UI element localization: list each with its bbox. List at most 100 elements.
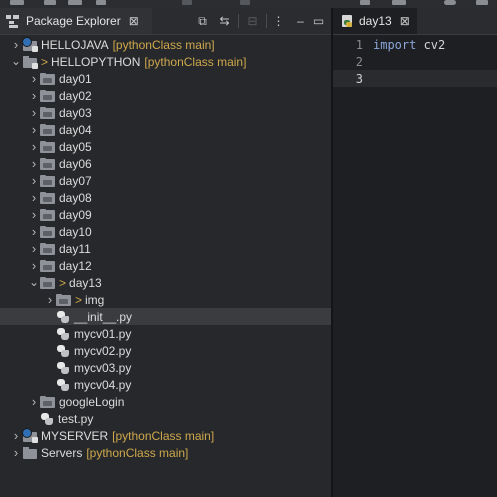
tab-package-explorer-label: Package Explorer (26, 14, 121, 28)
package-folder-icon (40, 106, 56, 119)
code-line[interactable]: 1 import cv2 (333, 36, 497, 53)
tree-folder-row[interactable]: › googleLogin (0, 393, 331, 410)
toolbar-icon[interactable] (68, 0, 82, 5)
package-folder-icon (40, 72, 56, 85)
chevron-right-icon[interactable]: › (28, 138, 40, 155)
tree-project-row[interactable]: › HELLOJAVA [pythonClass main] (0, 36, 331, 53)
tree-folder-row[interactable]: › > img (0, 291, 331, 308)
toolbar-icon[interactable] (444, 0, 456, 5)
toolbar-icon[interactable] (96, 0, 106, 5)
tree-folder-row[interactable]: › day07 (0, 172, 331, 189)
tree-file-row[interactable]: __init__.py (0, 308, 331, 325)
close-icon[interactable]: ⊠ (129, 14, 139, 28)
tree-folder-row[interactable]: › day05 (0, 138, 331, 155)
tree-folder-row[interactable]: › day09 (0, 206, 331, 223)
chevron-right-icon[interactable]: › (28, 223, 40, 240)
tree-file-row[interactable]: mycv03.py (0, 359, 331, 376)
python-file-icon (40, 412, 54, 426)
tree-item-label: day03 (59, 105, 92, 120)
toolbar-icon[interactable] (476, 0, 488, 5)
filter-icon[interactable]: ⊟ (246, 15, 259, 27)
chevron-right-icon[interactable]: › (28, 189, 40, 206)
tree-folder-row[interactable]: ⌄ > day13 (0, 274, 331, 291)
tree-item-label: Servers (41, 445, 83, 460)
tree-file-row[interactable]: mycv01.py (0, 325, 331, 342)
collapse-all-icon[interactable]: ⧉ (196, 15, 209, 27)
toolbar-separator (238, 14, 239, 28)
package-folder-icon (40, 123, 56, 136)
git-repo-label: [pythonClass main] (112, 37, 215, 52)
tree-project-row[interactable]: ⌄ > HELLOPYTHON [pythonClass main] (0, 53, 331, 70)
tree-item-label: day10 (59, 224, 92, 239)
chevron-right-icon[interactable]: › (28, 257, 40, 274)
tree-item-label: day05 (59, 139, 92, 154)
toolbar-icon[interactable] (240, 0, 250, 5)
tab-day13[interactable]: day13 ⊠ (333, 8, 417, 34)
package-folder-icon (40, 242, 56, 255)
chevron-right-icon[interactable]: › (28, 155, 40, 172)
chevron-right-icon[interactable]: › (10, 444, 22, 461)
git-repo-label: [pythonClass main] (86, 445, 189, 460)
tree-folder-row[interactable]: › day04 (0, 121, 331, 138)
python-project-icon (22, 55, 38, 69)
tree-file-row[interactable]: test.py (0, 410, 331, 427)
chevron-right-icon[interactable]: › (28, 70, 40, 87)
toolbar-icon[interactable] (10, 0, 24, 5)
tree-folder-row[interactable]: › day11 (0, 240, 331, 257)
tree-item-label: day08 (59, 190, 92, 205)
toolbar-icon[interactable] (360, 0, 370, 5)
close-icon[interactable]: ⊠ (400, 14, 410, 28)
chevron-right-icon[interactable]: › (10, 36, 22, 53)
chevron-down-icon[interactable]: ⌄ (28, 274, 40, 291)
package-folder-icon (40, 157, 56, 170)
toolbar-icon[interactable] (392, 0, 406, 5)
maximize-icon[interactable]: ▭ (312, 15, 325, 27)
tree-folder-row[interactable]: › day12 (0, 257, 331, 274)
chevron-right-icon[interactable]: › (28, 104, 40, 121)
tab-package-explorer[interactable]: Package Explorer ⊠ (0, 8, 152, 34)
tree-folder-row[interactable]: › day02 (0, 87, 331, 104)
chevron-right-icon[interactable]: › (28, 87, 40, 104)
code-line[interactable]: 3 (333, 70, 497, 87)
line-number: 3 (355, 71, 363, 86)
tree-file-row[interactable]: mycv04.py (0, 376, 331, 393)
tree-folder-row[interactable]: › day08 (0, 189, 331, 206)
chevron-right-icon[interactable]: › (28, 393, 40, 410)
chevron-right-icon[interactable]: › (28, 172, 40, 189)
package-folder-icon (40, 259, 56, 272)
package-folder-icon (40, 208, 56, 221)
tree-folder-row[interactable]: › day06 (0, 155, 331, 172)
tree-project-row[interactable]: › MYSERVER [pythonClass main] (0, 427, 331, 444)
toolbar-icon[interactable] (44, 0, 56, 5)
tree-folder-row[interactable]: › day03 (0, 104, 331, 121)
tree-folder-row[interactable]: › day10 (0, 223, 331, 240)
code-keyword: import (373, 37, 417, 52)
tree-item-label: day06 (59, 156, 92, 171)
chevron-right-icon[interactable]: › (28, 121, 40, 138)
chevron-right-icon[interactable]: › (10, 427, 22, 444)
chevron-right-icon[interactable]: › (44, 291, 56, 308)
toolbar-icon[interactable] (182, 0, 192, 5)
python-file-icon (56, 361, 70, 375)
java-project-icon (22, 36, 38, 52)
chevron-down-icon[interactable]: ⌄ (10, 53, 22, 70)
package-folder-icon (40, 191, 56, 204)
minimize-icon[interactable]: – (294, 15, 307, 27)
tree-item-label: img (85, 292, 105, 307)
code-line[interactable]: 2 (333, 53, 497, 70)
python-file-icon (56, 344, 70, 358)
tree-item-label: day09 (59, 207, 92, 222)
tree-folder-row[interactable]: › day01 (0, 70, 331, 87)
chevron-right-icon[interactable]: › (28, 240, 40, 257)
link-with-editor-icon[interactable]: ⇆ (218, 15, 231, 27)
view-menu-icon[interactable]: ⋮ (272, 15, 285, 27)
tree-item-label: day01 (59, 71, 92, 86)
package-folder-icon (40, 395, 56, 408)
chevron-right-icon[interactable]: › (28, 206, 40, 223)
tree-project-row[interactable]: › Servers [pythonClass main] (0, 444, 331, 461)
tree-item-label: HELLOPYTHON (51, 54, 141, 69)
tree-file-row[interactable]: mycv02.py (0, 342, 331, 359)
